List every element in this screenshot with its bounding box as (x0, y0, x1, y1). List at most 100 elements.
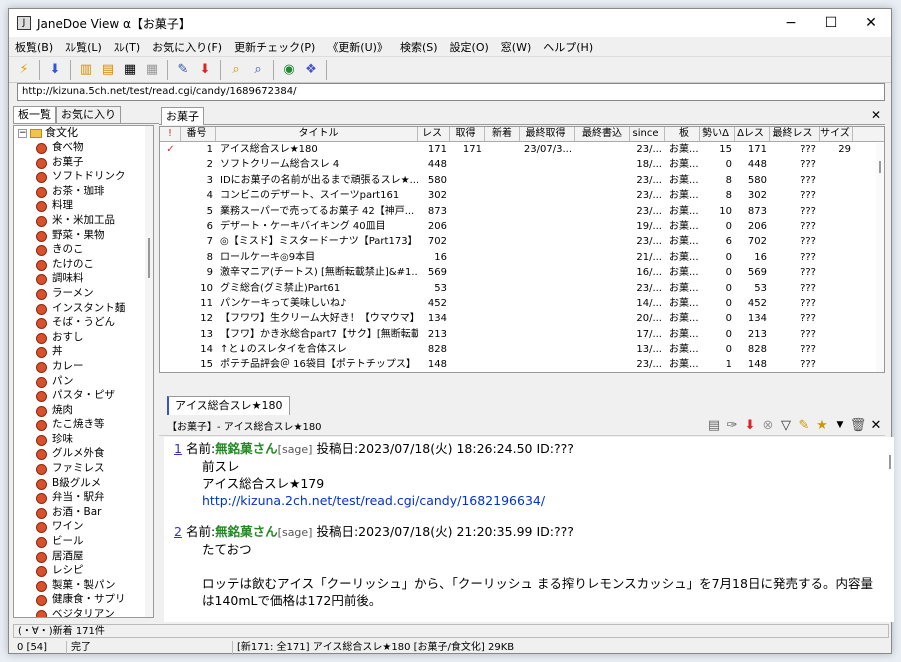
board-item[interactable]: お茶・珈琲 (14, 184, 153, 199)
menu-update[interactable]: 《更新(U)》 (321, 39, 394, 55)
board-item[interactable]: たこ焼き等 (14, 417, 153, 432)
board-item[interactable]: パスタ・ピザ (14, 388, 153, 403)
table-row[interactable]: 9 激辛マニア(チートス) [無断転載禁止]&#1... 569 16/... お菓..… (160, 265, 884, 280)
pencil-icon[interactable]: ✎ (795, 418, 813, 433)
close-thread-icon[interactable]: ✕ (867, 418, 885, 433)
title-bar[interactable]: J JaneDoe View α【お菓子】 − ☐ ✕ (9, 9, 891, 37)
board-item[interactable]: 居酒屋 (14, 549, 153, 564)
board-item[interactable]: B級グルメ (14, 476, 153, 491)
post-number[interactable]: 1 (174, 441, 182, 456)
thread-scrollbar[interactable] (886, 437, 894, 622)
column-header[interactable]: 板 (665, 127, 700, 141)
table-row[interactable]: 15 ポテチ品評会＠ 16袋目【ポテトチップス】 148 23/... お菓... 1 14… (160, 357, 884, 372)
column-header[interactable]: since (630, 127, 665, 141)
table-row[interactable]: 14 ↑と↓のスレタイを合体スレ 828 13/... お菓... 0 828??? (160, 342, 884, 357)
board-item[interactable]: カレー (14, 359, 153, 374)
board-item[interactable]: 製菓・製パン (14, 578, 153, 593)
search-icon[interactable]: ⌕ (226, 60, 246, 80)
board-item[interactable]: おすし (14, 330, 153, 345)
board-item[interactable]: ベジタリアン (14, 607, 153, 617)
board-item[interactable]: ワイン (14, 519, 153, 534)
column-header[interactable]: Δレス (735, 127, 770, 141)
board-item[interactable]: 焼肉 (14, 403, 153, 418)
trash-icon[interactable]: 🗑 (849, 418, 867, 433)
table-row[interactable]: 7 ◎【ミスド】ミスタードーナツ【Part173】◎ 702 23/... お菓... 6… (160, 234, 884, 249)
red-down-arrow-icon[interactable]: ⬇ (195, 60, 215, 80)
menu-thread[interactable]: ｽﾚ(T) (108, 39, 146, 55)
menu-favorites[interactable]: お気に入り(F) (146, 39, 228, 55)
red-down-arrow-icon[interactable]: ⬇ (741, 418, 759, 433)
board-item[interactable]: そば・うどん (14, 315, 153, 330)
address-input[interactable]: http://kizuna.5ch.net/test/read.cgi/cand… (17, 83, 885, 101)
menu-board-list[interactable]: 板覧(B) (9, 39, 59, 55)
menu-help[interactable]: ヘルプ(H) (537, 39, 599, 55)
collapse-icon[interactable]: − (18, 128, 27, 138)
tab-board-list[interactable]: 板一覧 (13, 106, 56, 123)
column-header[interactable]: 取得 (450, 127, 485, 141)
down-arrow-icon[interactable]: ⬇ (45, 60, 65, 80)
board-item[interactable]: 丼 (14, 344, 153, 359)
pane-layout-icon[interactable]: ▥ (76, 60, 96, 80)
grid-layout-icon[interactable]: ▦ (142, 60, 162, 80)
column-header[interactable]: 最終書込 (575, 127, 630, 141)
board-item[interactable]: 食べ物 (14, 140, 153, 155)
board-item[interactable]: 弁当・駅弁 (14, 490, 153, 505)
tab-thread[interactable]: アイス総合スレ★180 (167, 396, 290, 415)
menu-settings[interactable]: 設定(O) (444, 39, 495, 55)
board-item[interactable]: 料理 (14, 198, 153, 213)
board-item[interactable]: 健康食・サプリ (14, 592, 153, 607)
chevron-down-icon[interactable]: ▼ (831, 420, 849, 430)
column-header[interactable]: 番号 (181, 127, 216, 141)
stop-icon[interactable]: ⊗ (759, 418, 777, 433)
board-item[interactable]: 野菜・果物 (14, 228, 153, 243)
pane-split-icon[interactable]: ▤ (98, 60, 118, 80)
document-icon[interactable]: ▤ (705, 418, 723, 433)
column-header[interactable]: 最終取得 (520, 127, 575, 141)
search-window-icon[interactable]: ⌕ (248, 60, 268, 80)
filter-icon[interactable]: ▽ (777, 418, 795, 433)
board-item[interactable]: きのこ (14, 242, 153, 257)
board-item[interactable]: 米・米加工品 (14, 213, 153, 228)
menu-update-check[interactable]: 更新チェック(P) (228, 39, 321, 55)
board-item[interactable]: お菓子 (14, 155, 153, 170)
column-header[interactable]: レス (418, 127, 450, 141)
column-header[interactable]: 新着 (485, 127, 520, 141)
tree-scrollbar[interactable] (145, 126, 153, 617)
table-row[interactable]: 8 ロールケーキ◎9本目 16 21/... お菓... 0 16??? (160, 250, 884, 265)
menu-search[interactable]: 検索(S) (394, 39, 444, 55)
tab-board[interactable]: お菓子 (161, 107, 204, 125)
table-row[interactable]: 10 グミ総合(グミ禁止)Part61 53 23/... お菓... 0 53??? (160, 281, 884, 296)
board-item[interactable]: グルメ外食 (14, 446, 153, 461)
table-row[interactable]: 11 パンケーキって美味しいね♪ 452 14/... お菓... 0 452??? (160, 296, 884, 311)
script-icon[interactable]: ✑ (723, 418, 741, 433)
globe-icon[interactable]: ◉ (279, 60, 299, 80)
table-row[interactable]: 12 【フワワ】生クリーム大好き！【ウマウマ】8パッ... 134 20/... お菓.… (160, 311, 884, 326)
board-item[interactable]: お酒・Bar (14, 505, 153, 520)
table-row[interactable]: 13 【フワ】かき氷総合part7【サク】[無断転載... 213 17/... お菓.… (160, 327, 884, 342)
close-button[interactable]: ✕ (851, 9, 891, 37)
table-row[interactable]: 3 IDにお菓子の名前が出るまで頑張るスレ★... 580 23/... お菓... 8 5… (160, 173, 884, 188)
lightning-icon[interactable]: ⚡ (14, 60, 34, 80)
board-item[interactable]: パン (14, 374, 153, 389)
tree-category[interactable]: − 食文化 (14, 126, 153, 140)
board-item[interactable]: たけのこ (14, 257, 153, 272)
thread-list-scrollbar[interactable] (876, 143, 884, 372)
favorite-folder-icon[interactable]: ★ (813, 418, 831, 433)
board-item[interactable]: 珍味 (14, 432, 153, 447)
book-icon[interactable]: ❖ (301, 60, 321, 80)
table-row[interactable]: ✓ 1 アイス総合スレ★180 171 171 23/07/3... 23/... お菓...… (160, 142, 884, 157)
board-item[interactable]: ソフトドリンク (14, 169, 153, 184)
column-header[interactable]: サイズ (820, 127, 853, 141)
column-header[interactable]: タイトル (216, 127, 418, 141)
board-item[interactable]: ビール (14, 534, 153, 549)
table-row[interactable]: 2 ソフトクリーム総合スレ 4 448 18/... お菓... 0 448??? (160, 157, 884, 172)
column-header[interactable]: ! (160, 127, 181, 141)
board-item[interactable]: インスタント麺 (14, 301, 153, 316)
edit-icon[interactable]: ✎ (173, 60, 193, 80)
column-header[interactable]: 勢いΔ (700, 127, 735, 141)
post-link[interactable]: http://kizuna.2ch.net/test/read.cgi/cand… (202, 493, 545, 508)
menu-thread-list[interactable]: ｽﾚ覧(L) (59, 39, 108, 55)
table-row[interactable]: 4 コンビニのデザート、スイーツpart161 302 23/... お菓... 8 302… (160, 188, 884, 203)
tab-favorites[interactable]: お気に入り (56, 106, 121, 123)
board-item[interactable]: ラーメン (14, 286, 153, 301)
